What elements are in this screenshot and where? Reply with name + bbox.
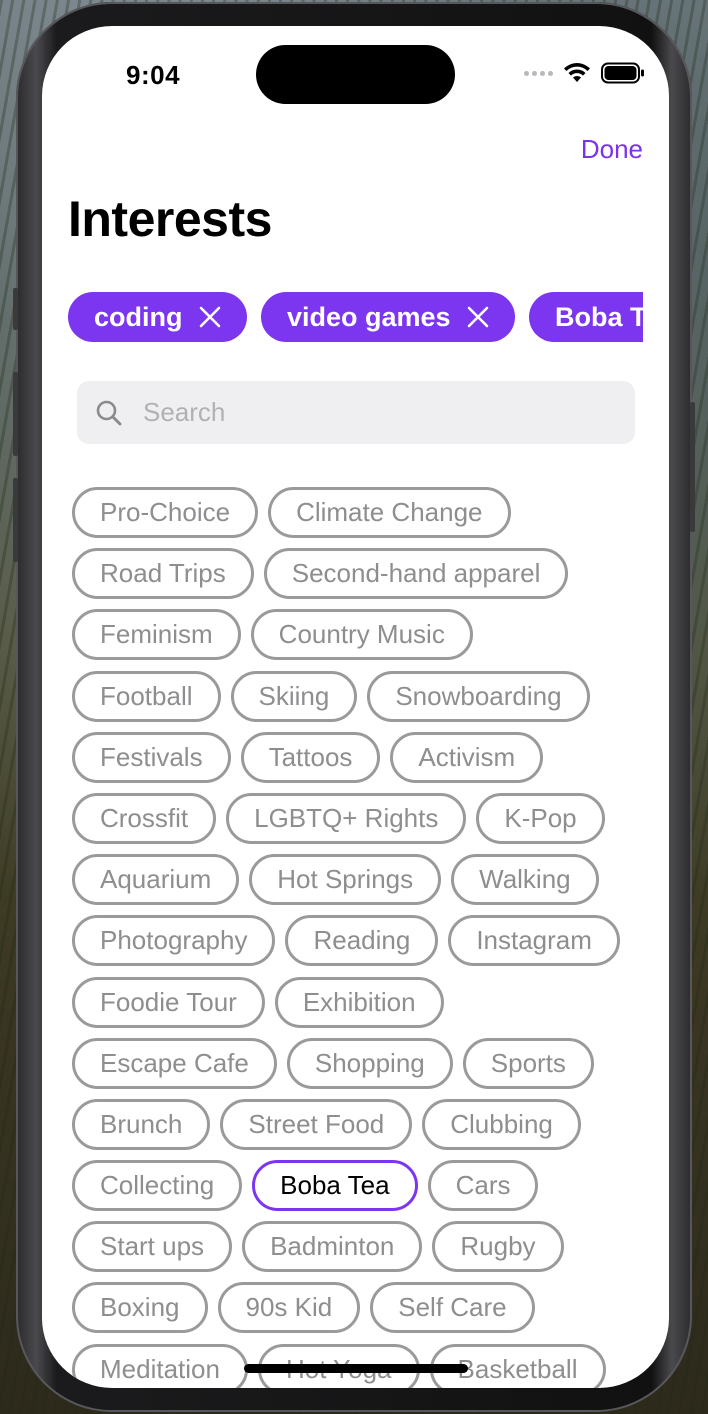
interest-tag[interactable]: Photography (72, 915, 276, 967)
interest-tag[interactable]: Badminton (242, 1221, 423, 1273)
tag-row: Photography Reading Instagram (72, 915, 652, 967)
interest-tag[interactable]: Boxing (72, 1282, 208, 1334)
interest-tag[interactable]: Start ups (72, 1221, 233, 1273)
interest-tag[interactable]: LGBTQ+ Rights (226, 792, 467, 844)
interest-tag[interactable]: Road Trips (72, 548, 254, 600)
wifi-icon (564, 63, 590, 82)
interest-tag[interactable]: Exhibition (274, 976, 444, 1028)
interest-tag[interactable]: Street Food (220, 1098, 413, 1150)
selected-chip[interactable]: coding (68, 292, 247, 342)
interest-tag[interactable]: Brunch (72, 1098, 211, 1150)
search-icon (96, 400, 122, 425)
cellular-signal-icon (524, 70, 553, 76)
tag-row: Aquarium Hot Springs Walking (72, 854, 652, 906)
interest-tag[interactable]: K-Pop (476, 792, 605, 844)
tag-row: Collecting Boba Tea Cars (72, 1160, 652, 1212)
interest-tag[interactable]: Instagram (448, 915, 620, 967)
battery-icon (601, 62, 644, 84)
interest-tag[interactable]: Self Care (370, 1282, 535, 1334)
done-button[interactable]: Done (581, 134, 643, 165)
interest-tag[interactable]: Boba Tea (252, 1160, 418, 1212)
interest-tag[interactable]: Shopping (286, 1037, 453, 1089)
interest-tag[interactable]: Second-hand apparel (263, 548, 569, 600)
interest-tag[interactable]: 90s Kid (217, 1282, 361, 1334)
interest-tag[interactable]: Aquarium (72, 854, 240, 906)
tag-row: Festivals Tattoos Activism (72, 731, 652, 783)
interest-tag[interactable]: Sports (462, 1037, 594, 1089)
interest-tag[interactable]: Festivals (72, 731, 231, 783)
interest-tag[interactable]: Cars (427, 1160, 539, 1212)
power-button (690, 402, 695, 532)
interest-tag[interactable]: Collecting (72, 1160, 243, 1212)
tag-row: Feminism Country Music (72, 609, 652, 661)
page-title: Interests (68, 191, 272, 247)
interest-tag[interactable]: Meditation (72, 1343, 248, 1388)
home-indicator[interactable] (244, 1364, 468, 1373)
interest-tag[interactable]: Football (72, 670, 221, 722)
tag-row: Crossfit LGBTQ+ Rights K-Pop (72, 792, 652, 844)
interest-tag[interactable]: Rugby (432, 1221, 564, 1273)
tag-row: Escape Cafe Shopping Sports (72, 1037, 652, 1089)
selected-interests: coding video games Boba Tea (68, 292, 643, 344)
tag-row: Boxing 90s Kid Self Care (72, 1282, 652, 1334)
tag-row: Start ups Badminton Rugby (72, 1221, 652, 1273)
dynamic-island (256, 45, 455, 104)
action-button (13, 288, 18, 330)
close-icon[interactable] (199, 306, 221, 328)
interest-tag[interactable]: Hot Springs (249, 854, 442, 906)
tag-row: Football Skiing Snowboarding (72, 670, 652, 722)
interest-tag[interactable]: Activism (390, 731, 544, 783)
tag-row: Pro-Choice Climate Change (72, 487, 652, 538)
tag-row: Road Trips Second-hand apparel (72, 548, 652, 600)
interest-tag[interactable]: Walking (451, 854, 599, 906)
interest-tag[interactable]: Snowboarding (367, 670, 590, 722)
selected-chip-label: video games (286, 301, 451, 332)
interest-tag-list: Pro-Choice Climate Change Road Trips Second… (72, 487, 652, 1388)
search-bar[interactable] (77, 381, 635, 444)
selected-chip-label: coding (94, 301, 183, 332)
interest-tag[interactable]: Country Music (250, 609, 473, 661)
interest-tag[interactable]: Foodie Tour (72, 976, 265, 1028)
selected-chip[interactable]: video games (260, 292, 515, 342)
interest-tag[interactable]: Climate Change (268, 487, 511, 538)
volume-up-button (13, 372, 18, 456)
interest-tag[interactable]: Feminism (72, 609, 241, 661)
selected-chip-label: Boba Tea (554, 301, 643, 332)
interest-tag[interactable]: Pro-Choice (72, 487, 259, 538)
status-time: 9:04 (126, 60, 181, 90)
volume-down-button (13, 478, 18, 562)
interest-tag[interactable]: Reading (285, 915, 439, 967)
interest-tag[interactable]: Clubbing (422, 1098, 581, 1150)
selected-chip[interactable]: Boba Tea (528, 292, 643, 342)
close-icon[interactable] (467, 306, 489, 328)
tag-row: Brunch Street Food Clubbing (72, 1098, 652, 1150)
screen: 9:04 Done Interests coding video games B… (42, 26, 669, 1388)
interest-tag[interactable]: Escape Cafe (72, 1037, 277, 1089)
interest-tag[interactable]: Crossfit (72, 792, 217, 844)
search-input[interactable] (141, 396, 625, 429)
interest-tag[interactable]: Tattoos (240, 731, 381, 783)
interest-tag[interactable]: Skiing (230, 670, 358, 722)
status-icons (524, 62, 645, 84)
tag-row: Foodie Tour Exhibition (72, 976, 652, 1028)
